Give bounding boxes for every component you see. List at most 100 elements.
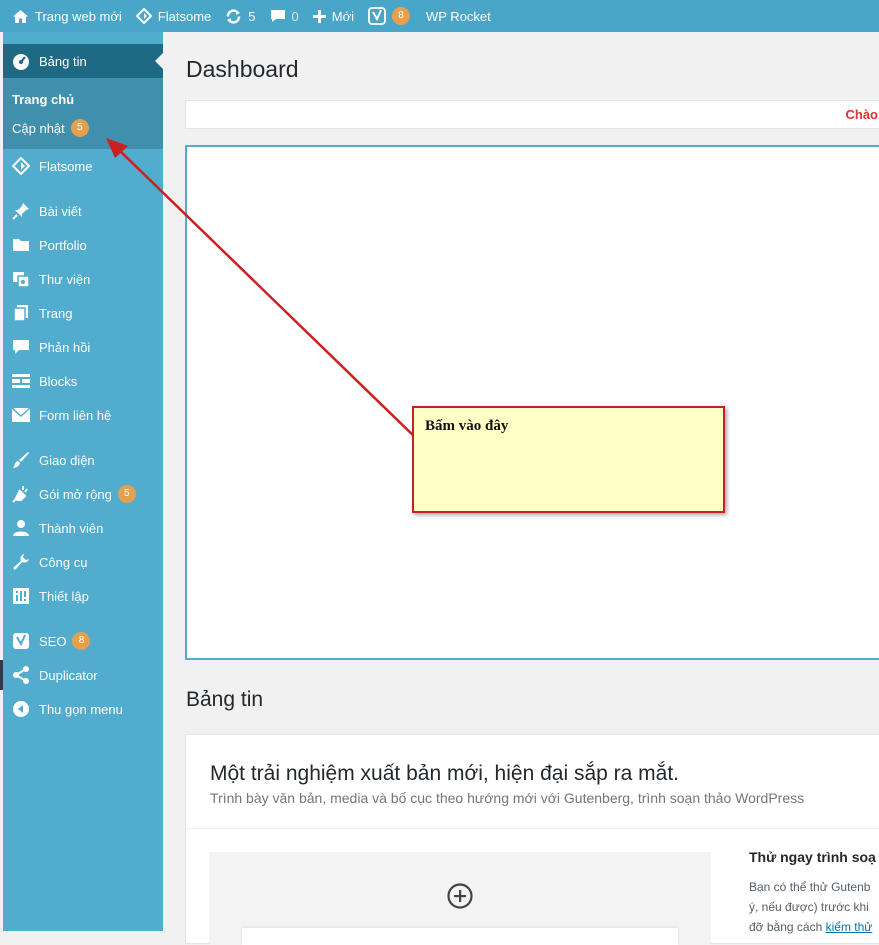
panel-divider	[186, 828, 879, 829]
admin-bar-updates[interactable]: 5	[218, 0, 262, 32]
gutenberg-panel: Một trải nghiệm xuất bản mới, hiện đại s…	[185, 734, 879, 945]
mail-icon	[11, 405, 31, 425]
sidebar-item-label: Blocks	[39, 373, 78, 389]
admin-bar-wp-rocket[interactable]: WP Rocket	[417, 0, 498, 32]
admin-bar-comments[interactable]: 0	[263, 0, 306, 32]
wp-rocket-label: WP Rocket	[425, 8, 491, 24]
submenu-updates-label: Cập nhật	[12, 120, 65, 136]
page-title: Dashboard	[186, 56, 299, 82]
plugin-icon	[11, 484, 31, 504]
sidebar-item-thu-vien[interactable]: Thư viện	[3, 262, 163, 296]
comment-icon	[270, 8, 286, 24]
yoast-icon	[11, 631, 31, 651]
updates-icon	[225, 8, 242, 25]
submenu-updates[interactable]: Cập nhật 5	[12, 119, 89, 137]
sidebar-item-label: Thư viện	[39, 271, 91, 287]
settings-icon	[11, 586, 31, 606]
blocks-icon	[11, 371, 31, 391]
annotation-callout: Bấm vào đây	[412, 406, 725, 513]
add-block-icon[interactable]	[446, 882, 474, 910]
sidebar-item-thiet-lap[interactable]: Thiết lập	[3, 579, 163, 613]
admin-bar-new[interactable]: Mới	[306, 0, 361, 32]
share-icon	[11, 665, 31, 685]
sidebar-item-portfolio[interactable]: Portfolio	[3, 228, 163, 262]
plus-icon	[312, 9, 326, 23]
sidebar-item-label: Phản hồi	[39, 339, 91, 355]
flatsome-icon	[135, 8, 152, 24]
home-icon	[12, 9, 29, 24]
admin-bar: Trang web mới Flatsome 5 0 Mới 8 WP Rock…	[0, 0, 879, 32]
dashboard-submenu	[3, 78, 163, 149]
admin-bar-theme[interactable]: Flatsome	[129, 0, 218, 32]
try-line-3: đỡ bằng cách kiểm thử	[749, 917, 872, 937]
admin-bar-seo[interactable]: 8	[361, 0, 417, 32]
try-gutenberg-text: Bạn có thể thử Gutenb ý, nếu được) trước…	[749, 877, 872, 937]
sidebar-item-giao-dien[interactable]: Giao diện	[3, 443, 163, 477]
wrench-icon	[11, 552, 31, 572]
sidebar-item-label: Thiết lập	[39, 588, 89, 604]
collapse-icon	[11, 699, 31, 719]
sidebar-item-label: Flatsome	[39, 158, 93, 174]
comments-count: 0	[291, 8, 299, 24]
submenu-home-label: Trang chủ	[12, 92, 75, 107]
try-line-1: Bạn có thể thử Gutenb	[749, 880, 871, 894]
sidebar-item-label: Form liên hệ	[39, 407, 112, 423]
admin-bar-site[interactable]: Trang web mới	[0, 0, 129, 32]
sidebar-item-dashboard[interactable]: Bảng tin	[3, 44, 163, 78]
updates-badge: 5	[70, 119, 89, 137]
sidebar-item-label: Thành viên	[39, 520, 104, 536]
sidebar-item-blocks[interactable]: Blocks	[3, 364, 163, 398]
panel-subtitle: Trình bày văn bản, media và bố cục theo …	[210, 790, 805, 806]
sidebar-item-phan-hoi[interactable]: Phản hồi	[3, 330, 163, 364]
try-line-3-text: đỡ bằng cách	[749, 920, 823, 934]
sidebar-item-flatsome[interactable]: Flatsome	[3, 149, 163, 183]
notice-text: Chào	[845, 107, 879, 122]
embedded-frame	[185, 145, 879, 660]
site-name: Trang web mới	[35, 8, 122, 24]
sidebar-item-seo[interactable]: SEO 8	[3, 624, 163, 658]
folder-icon	[11, 235, 31, 255]
sidebar-item-label: Duplicator	[39, 667, 98, 683]
pages-icon	[11, 303, 31, 323]
section-title: Bảng tin	[186, 688, 264, 711]
try-line-2: ý, nếu được) trước khi	[749, 900, 869, 914]
new-label: Mới	[331, 8, 354, 24]
user-icon	[11, 518, 31, 538]
yoast-icon	[368, 7, 386, 25]
editor-preview	[209, 852, 711, 945]
sidebar-item-label: Bảng tin	[39, 53, 87, 69]
theme-name: Flatsome	[157, 8, 212, 24]
sidebar-item-label: Bài viết	[39, 203, 82, 219]
sidebar-item-label: Giao diện	[39, 452, 95, 468]
sidebar-item-trang[interactable]: Trang	[3, 296, 163, 330]
dashboard-icon	[11, 51, 31, 71]
welcome-notice: Chào	[185, 100, 879, 129]
sidebar-item-label: Thu gọn menu	[39, 701, 123, 717]
sidebar-item-badge: 5	[117, 485, 136, 503]
panel-title: Một trải nghiệm xuất bản mới, hiện đại s…	[210, 762, 679, 785]
comment-icon	[11, 337, 31, 357]
sidebar-item-bai-viet[interactable]: Bài viết	[3, 194, 163, 228]
sidebar-item-goi-mo-rong[interactable]: Gói mở rộng 5	[3, 477, 163, 511]
test-link[interactable]: kiểm thử	[826, 920, 873, 934]
callout-text: Bấm vào đây	[425, 418, 509, 434]
sidebar-item-duplicator[interactable]: Duplicator	[3, 658, 163, 692]
try-gutenberg-title: Thử ngay trình soạ	[749, 849, 876, 865]
submenu-home[interactable]: Trang chủ	[12, 92, 74, 107]
flatsome-icon	[11, 156, 31, 176]
sidebar-item-form-lien-he[interactable]: Form liên hệ	[3, 398, 163, 432]
brush-icon	[11, 450, 31, 470]
sidebar-item-cong-cu[interactable]: Công cụ	[3, 545, 163, 579]
updates-count: 5	[248, 8, 256, 24]
sidebar-item-label: Gói mở rộng	[39, 486, 112, 502]
sidebar-item-label: SEO	[39, 633, 67, 649]
media-icon	[11, 269, 31, 289]
seo-badge: 8	[391, 7, 410, 25]
sidebar-item-label: Công cụ	[39, 554, 88, 570]
sidebar-item-label: Portfolio	[39, 237, 87, 253]
sidebar-item-thanh-vien[interactable]: Thành viên	[3, 511, 163, 545]
pin-icon	[11, 201, 31, 221]
sidebar-item-thu-gon-menu[interactable]: Thu gọn menu	[3, 692, 163, 726]
sidebar-item-badge: 8	[72, 632, 91, 650]
sidebar-item-label: Trang	[39, 305, 73, 321]
